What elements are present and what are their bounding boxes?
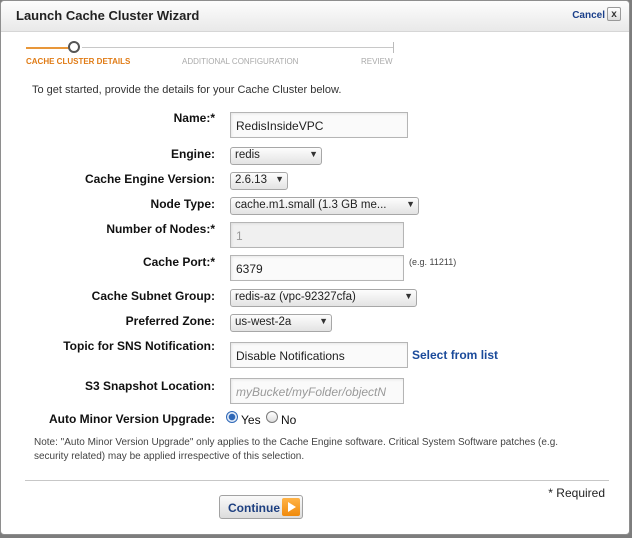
continue-button-label: Continue	[228, 501, 280, 515]
subnet-group-label: Cache Subnet Group:	[91, 289, 215, 303]
play-arrow-icon	[282, 498, 300, 516]
current-step-indicator-icon	[68, 41, 80, 53]
subnet-group-select-value: redis-az (vpc-92327cfa)	[235, 291, 356, 303]
wizard-dialog: Launch Cache Cluster Wizard Cancel x CAC…	[0, 0, 630, 535]
auto-minor-upgrade-label: Auto Minor Version Upgrade:	[48, 412, 215, 426]
sns-topic-label: Topic for SNS Notification:	[63, 339, 215, 353]
dialog-title: Launch Cache Cluster Wizard	[16, 8, 200, 23]
close-icon[interactable]: x	[607, 7, 621, 21]
cache-port-input[interactable]: 6379	[230, 255, 404, 281]
node-type-select-value: cache.m1.small (1.3 GB me...	[235, 199, 387, 211]
num-nodes-label: Number of Nodes:*	[106, 222, 215, 236]
wizard-steps: CACHE CLUSTER DETAILS ADDITIONAL CONFIGU…	[26, 41, 396, 71]
chevron-down-icon: ▼	[404, 291, 413, 301]
select-from-list-link[interactable]: Select from list	[412, 348, 498, 362]
chevron-down-icon: ▼	[275, 174, 284, 184]
s3-snapshot-label: S3 Snapshot Location:	[84, 379, 215, 393]
engine-label: Engine:	[171, 147, 215, 161]
step-remaining-line	[82, 47, 394, 48]
s3-snapshot-input[interactable]: myBucket/myFolder/objectN	[230, 378, 404, 404]
engine-version-label: Cache Engine Version:	[84, 172, 215, 186]
auto-minor-upgrade-yes-label: Yes	[241, 413, 261, 427]
chevron-down-icon: ▼	[406, 199, 415, 209]
sns-topic-input[interactable]: Disable Notifications	[230, 342, 408, 368]
step-review: REVIEW	[361, 57, 393, 66]
dialog-titlebar: Launch Cache Cluster Wizard Cancel x	[1, 1, 629, 32]
step-additional-configuration: ADDITIONAL CONFIGURATION	[182, 57, 299, 66]
subnet-group-select[interactable]: redis-az (vpc-92327cfa) ▼	[230, 289, 417, 307]
name-input[interactable]: RedisInsideVPC	[230, 112, 408, 138]
engine-select[interactable]: redis ▼	[230, 147, 322, 165]
chevron-down-icon: ▼	[319, 316, 328, 326]
engine-version-select-value: 2.6.13	[235, 174, 267, 186]
engine-select-value: redis	[235, 149, 260, 161]
engine-version-select[interactable]: 2.6.13 ▼	[230, 172, 288, 190]
preferred-zone-select[interactable]: us-west-2a ▼	[230, 314, 332, 332]
auto-minor-upgrade-no-radio[interactable]	[266, 411, 278, 423]
auto-minor-upgrade-no-label: No	[281, 413, 297, 427]
footer-divider	[25, 480, 609, 481]
continue-button[interactable]: Continue	[219, 495, 303, 519]
chevron-down-icon: ▼	[309, 149, 318, 159]
required-legend: * Required	[548, 486, 605, 500]
num-nodes-input[interactable]: 1	[230, 222, 404, 248]
final-step-tick	[393, 42, 394, 53]
preferred-zone-select-value: us-west-2a	[235, 316, 292, 328]
cache-port-hint: (e.g. 11211)	[409, 257, 457, 267]
cancel-link[interactable]: Cancel	[572, 10, 605, 21]
upgrade-note: Note: "Auto Minor Version Upgrade" only …	[34, 437, 559, 462]
intro-text: To get started, provide the details for …	[32, 84, 342, 96]
node-type-select[interactable]: cache.m1.small (1.3 GB me... ▼	[230, 197, 419, 215]
node-type-label: Node Type:	[150, 197, 215, 211]
preferred-zone-label: Preferred Zone:	[125, 314, 215, 328]
name-label: Name:*	[173, 111, 215, 125]
step-progress-line	[26, 47, 70, 49]
cache-port-label: Cache Port:*	[142, 255, 215, 269]
auto-minor-upgrade-yes-radio[interactable]	[226, 411, 238, 423]
step-cache-cluster-details: CACHE CLUSTER DETAILS	[26, 57, 131, 66]
